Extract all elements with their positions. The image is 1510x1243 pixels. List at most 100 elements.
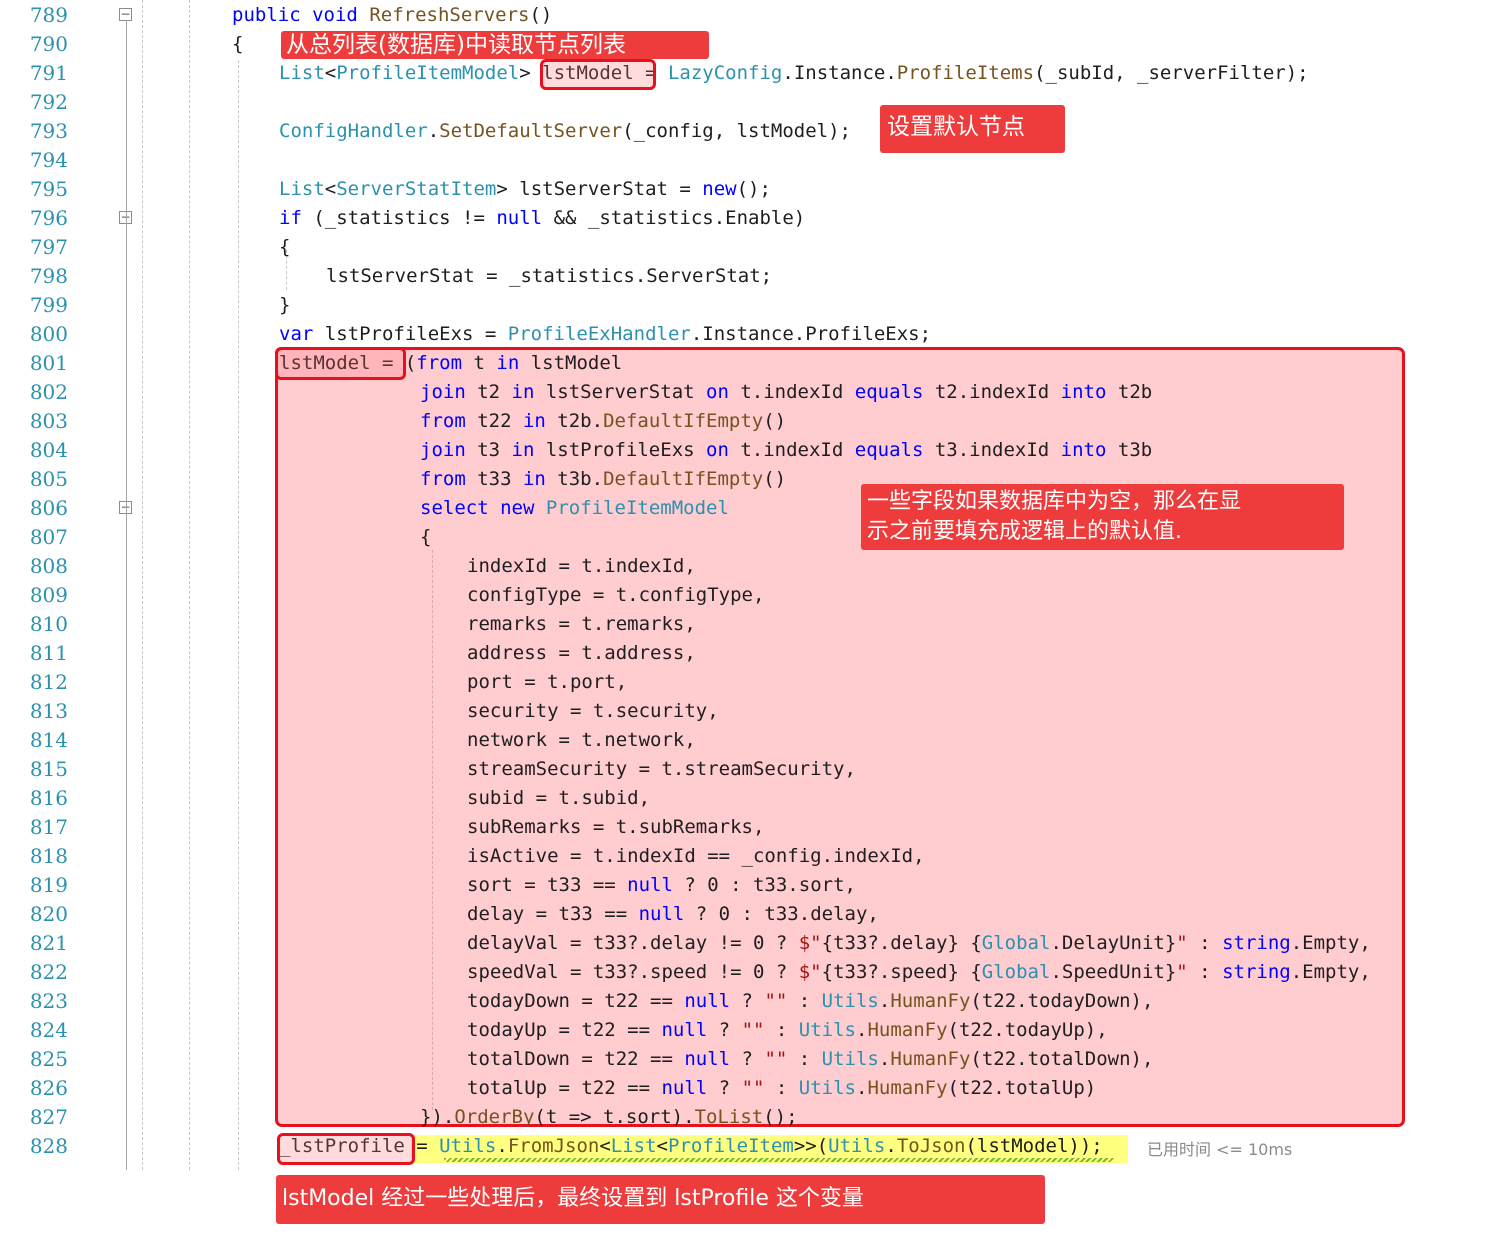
line-number: 791 [29, 61, 68, 85]
code-token: todayUp = t22 == [467, 1019, 662, 1041]
code-line[interactable]: }).OrderBy(t => t.sort).ToList(); [420, 1103, 798, 1132]
code-token: . [782, 62, 794, 84]
code-line[interactable]: sort = t33 == null ? 0 : t33.sort, [467, 871, 856, 900]
code-token: () [763, 410, 787, 432]
code-token: public [232, 4, 301, 26]
code-token: in [522, 410, 546, 432]
code-line[interactable]: delay = t33 == null ? 0 : t33.delay, [467, 900, 879, 929]
code-token: in [511, 439, 535, 461]
code-token: ConfigHandler [279, 120, 428, 142]
code-line[interactable]: port = t.port, [467, 668, 627, 697]
code-token: lstProfileExs = [313, 323, 508, 345]
line-number: 803 [29, 409, 68, 433]
code-token: >>( [793, 1135, 829, 1157]
code-line[interactable]: address = t.address, [467, 639, 696, 668]
code-token: delayVal = t33?.delay != 0 ? [467, 932, 799, 954]
code-line[interactable]: indexId = t.indexId, [467, 552, 696, 581]
code-line[interactable]: select new ProfileItemModel [420, 494, 729, 523]
code-token: port = t.port, [467, 671, 628, 693]
code-token: t2b. [545, 410, 604, 432]
code-token: Utils [821, 990, 879, 1012]
code-line[interactable]: { [232, 30, 243, 59]
code-token: RefreshServers [369, 4, 530, 26]
line-number: 819 [29, 873, 68, 897]
code-token: t2b [1106, 381, 1153, 403]
code-line[interactable]: join t3 in lstProfileExs on t.indexId eq… [420, 436, 1152, 465]
code-token: Utils [439, 1135, 497, 1157]
code-token: .Empty, [1290, 932, 1371, 954]
code-token: null [496, 207, 543, 229]
code-line[interactable]: todayDown = t22 == null ? "" : Utils.Hum… [467, 987, 1153, 1016]
code-token: null [661, 1019, 708, 1041]
code-token: ? 0 : t33.sort, [672, 874, 856, 896]
code-token: . [878, 990, 891, 1012]
outline-margin-line [126, 20, 127, 1170]
code-token: && _statistics.Enable) [542, 207, 806, 229]
code-line[interactable]: subid = t.subid, [467, 784, 650, 813]
code-token: t3.indexId [923, 439, 1061, 461]
code-line[interactable]: var lstProfileExs = ProfileExHandler.Ins… [279, 320, 931, 349]
code-token: in [511, 381, 535, 403]
code-token: lstServerStat [534, 381, 707, 403]
code-token: Utils [798, 1019, 856, 1041]
code-token: (t22.todayUp), [947, 1019, 1108, 1041]
code-line[interactable]: from t33 in t3b.DefaultIfEmpty() [420, 465, 786, 494]
code-line[interactable]: } [279, 291, 290, 320]
code-token: security = t.security, [467, 700, 719, 722]
code-line[interactable]: ConfigHandler.SetDefaultServer(_config, … [279, 117, 851, 146]
code-token: Instance [793, 62, 886, 84]
code-line[interactable]: security = t.security, [467, 697, 719, 726]
annotation-set-default: 设置默认节点 [880, 105, 1065, 153]
code-token: . [878, 1048, 891, 1070]
code-line[interactable]: { [420, 523, 431, 552]
code-line[interactable]: List<ServerStatItem> lstServerStat = new… [279, 175, 771, 204]
code-token: totalDown = t22 == [467, 1048, 685, 1070]
code-line[interactable]: public void RefreshServers() [232, 1, 552, 30]
code-token: < [324, 62, 337, 84]
code-token: (_statistics != [301, 207, 497, 229]
code-line[interactable]: delayVal = t33?.delay != 0 ? $"{t33?.del… [467, 929, 1371, 958]
line-number: 806 [29, 496, 68, 520]
code-token: $" [798, 932, 822, 954]
code-line[interactable]: streamSecurity = t.streamSecurity, [467, 755, 856, 784]
line-number: 797 [29, 235, 68, 259]
line-number: 789 [29, 3, 68, 27]
code-line[interactable]: speedVal = t33?.speed != 0 ? $"{t33?.spe… [467, 958, 1371, 987]
code-line[interactable]: totalDown = t22 == null ? "" : Utils.Hum… [467, 1045, 1153, 1074]
code-token: from [420, 410, 466, 432]
code-token: t2.indexId [923, 381, 1061, 403]
code-token: Utils [798, 1077, 856, 1099]
code-token: HumanFy [867, 1019, 948, 1041]
code-token: "" [764, 1048, 788, 1070]
code-line[interactable]: from t22 in t2b.DefaultIfEmpty() [420, 407, 786, 436]
code-line[interactable]: network = t.network, [467, 726, 696, 755]
line-number: 821 [29, 931, 68, 955]
line-number: 799 [29, 293, 68, 317]
code-line[interactable]: { [279, 233, 290, 262]
code-line[interactable]: if (_statistics != null && _statistics.E… [279, 204, 805, 233]
code-line[interactable]: List<ProfileItemModel> lstModel = LazyCo… [279, 59, 1309, 88]
code-token: (_config, lstModel); [622, 120, 851, 142]
code-line[interactable]: join t2 in lstServerStat on t.indexId eq… [420, 378, 1152, 407]
code-token: null [627, 874, 673, 896]
code-line[interactable]: totalUp = t22 == null ? "" : Utils.Human… [467, 1074, 1096, 1103]
code-line[interactable]: isActive = t.indexId == _config.indexId, [467, 842, 925, 871]
code-token: ToList [694, 1106, 764, 1128]
code-line[interactable]: remarks = t.remarks, [467, 610, 696, 639]
code-token: HumanFy [867, 1077, 948, 1099]
code-token: . [855, 1019, 868, 1041]
code-token: : [787, 990, 822, 1012]
code-token: join [420, 439, 466, 461]
line-number: 818 [29, 844, 68, 868]
code-token: t2 [465, 381, 512, 403]
line-number: 810 [29, 612, 68, 636]
code-line[interactable]: configType = t.configType, [467, 581, 764, 610]
code-token: Utils [828, 1135, 886, 1157]
code-line[interactable]: lstServerStat = _statistics.ServerStat; [326, 262, 772, 291]
code-editor[interactable]: 789−790 791 792 793 794 795 796−797 798 799 800 80… [0, 0, 1510, 1175]
code-line[interactable]: todayUp = t22 == null ? "" : Utils.Human… [467, 1016, 1108, 1045]
code-token: ProfileItemModel [545, 497, 729, 519]
code-line[interactable]: subRemarks = t.subRemarks, [467, 813, 764, 842]
lstmodel-assign-highlight-box [275, 347, 406, 380]
